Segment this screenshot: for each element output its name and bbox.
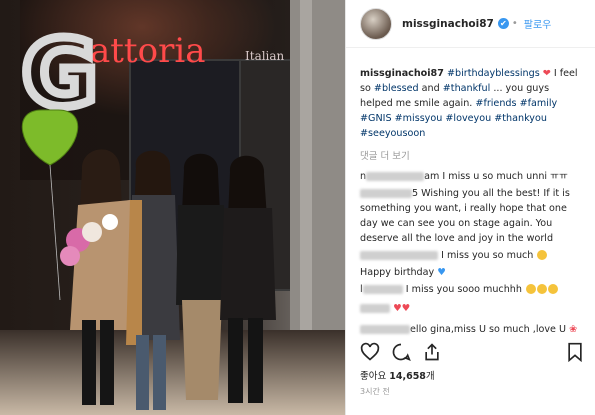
verified-badge-icon: ✔ [497,18,509,29]
blurred-username [366,171,425,181]
sad-face-emoji-icon [537,284,548,294]
comment-text: am I miss u so much unni ㅠㅠ [424,171,568,182]
blurred-username [360,303,390,313]
restaurant-sign: attoria [90,31,205,71]
hashtag[interactable]: #missyou [395,113,443,124]
follow-button[interactable]: 팔로우 [524,16,552,31]
action-bar [360,342,585,364]
likes-number: 14,658 [389,371,426,382]
hashtag[interactable]: #seeyousoon [360,128,425,139]
comment: 5 Wishing you all the best! If it is som… [360,186,581,246]
post-timestamp: 3시간 전 [360,387,390,396]
comment-text: I miss you sooo muchhh [405,284,522,295]
blurred-username [360,188,412,198]
hashtag[interactable]: #GNIS [360,113,392,124]
header-username[interactable]: missginachoi87 [402,18,494,30]
post-photo-scene: attoria Italian G [0,0,345,415]
post-caption: missginachoi87 #birthdayblessings ❤ I fe… [360,66,581,141]
post-header: missginachoi87 ✔ • 팔로우 [346,0,595,48]
likes-suffix: 개 [425,371,435,382]
comment: n am I miss u so much unni ㅠㅠ [360,169,581,184]
caption-username[interactable]: missginachoi87 [360,68,444,79]
hashtag[interactable]: #birthdayblessings [447,68,540,79]
comment-text: Happy birthday [360,267,435,278]
caption-text: and [418,83,443,94]
heart-outline-icon[interactable] [360,342,380,362]
likes-count[interactable]: 좋아요 14,658개 [360,368,435,382]
view-more-comments-link[interactable]: 댓글 더 보기 [360,149,581,164]
sad-face-emoji-icon [526,284,537,294]
blurred-username [360,324,410,334]
sad-face-emoji-icon [548,284,559,294]
likes-prefix: 좋아요 [360,371,390,382]
hashtag[interactable]: #thankful [443,83,491,94]
comment-bubble-icon[interactable] [391,342,411,362]
blurred-username [362,284,403,294]
post-photo[interactable]: attoria Italian G [0,0,345,415]
hashtag[interactable]: #blessed [374,83,419,94]
comment: ello gina,miss U so much ,love U ❀ [360,322,581,337]
comment: Happy birthday ♥ [360,265,581,280]
comment: l I miss you sooo muchhh [360,282,581,297]
heart-emoji-icon: ♥♥ [393,303,411,314]
blue-heart-emoji-icon: ♥ [437,267,446,278]
avatar[interactable] [360,7,392,40]
post-side-panel: missginachoi87 ✔ • 팔로우 missginachoi87 #b… [345,0,595,415]
heart-emoji: ❤ [542,68,551,79]
blurred-username [360,250,438,260]
hashtag[interactable]: #family [520,98,558,109]
hashtag[interactable]: #thankyou [494,113,547,124]
rose-emoji-icon: ❀ [569,324,578,335]
comment: I miss you so much [360,248,581,263]
comments-section: missginachoi87 #birthdayblessings ❤ I fe… [346,48,595,337]
comment-text: I miss you so much [441,250,534,261]
restaurant-sign-small: Italian [245,49,285,63]
share-icon[interactable] [422,342,442,362]
sad-face-emoji-icon [537,250,548,260]
comment: ♥♥ [360,301,581,316]
comment-text: ello gina,miss U so much ,love U [410,324,567,335]
header-separator: • [511,18,518,29]
bookmark-icon[interactable] [566,342,584,362]
hashtag[interactable]: #loveyou [445,113,491,124]
hashtag[interactable]: #friends [475,98,516,109]
